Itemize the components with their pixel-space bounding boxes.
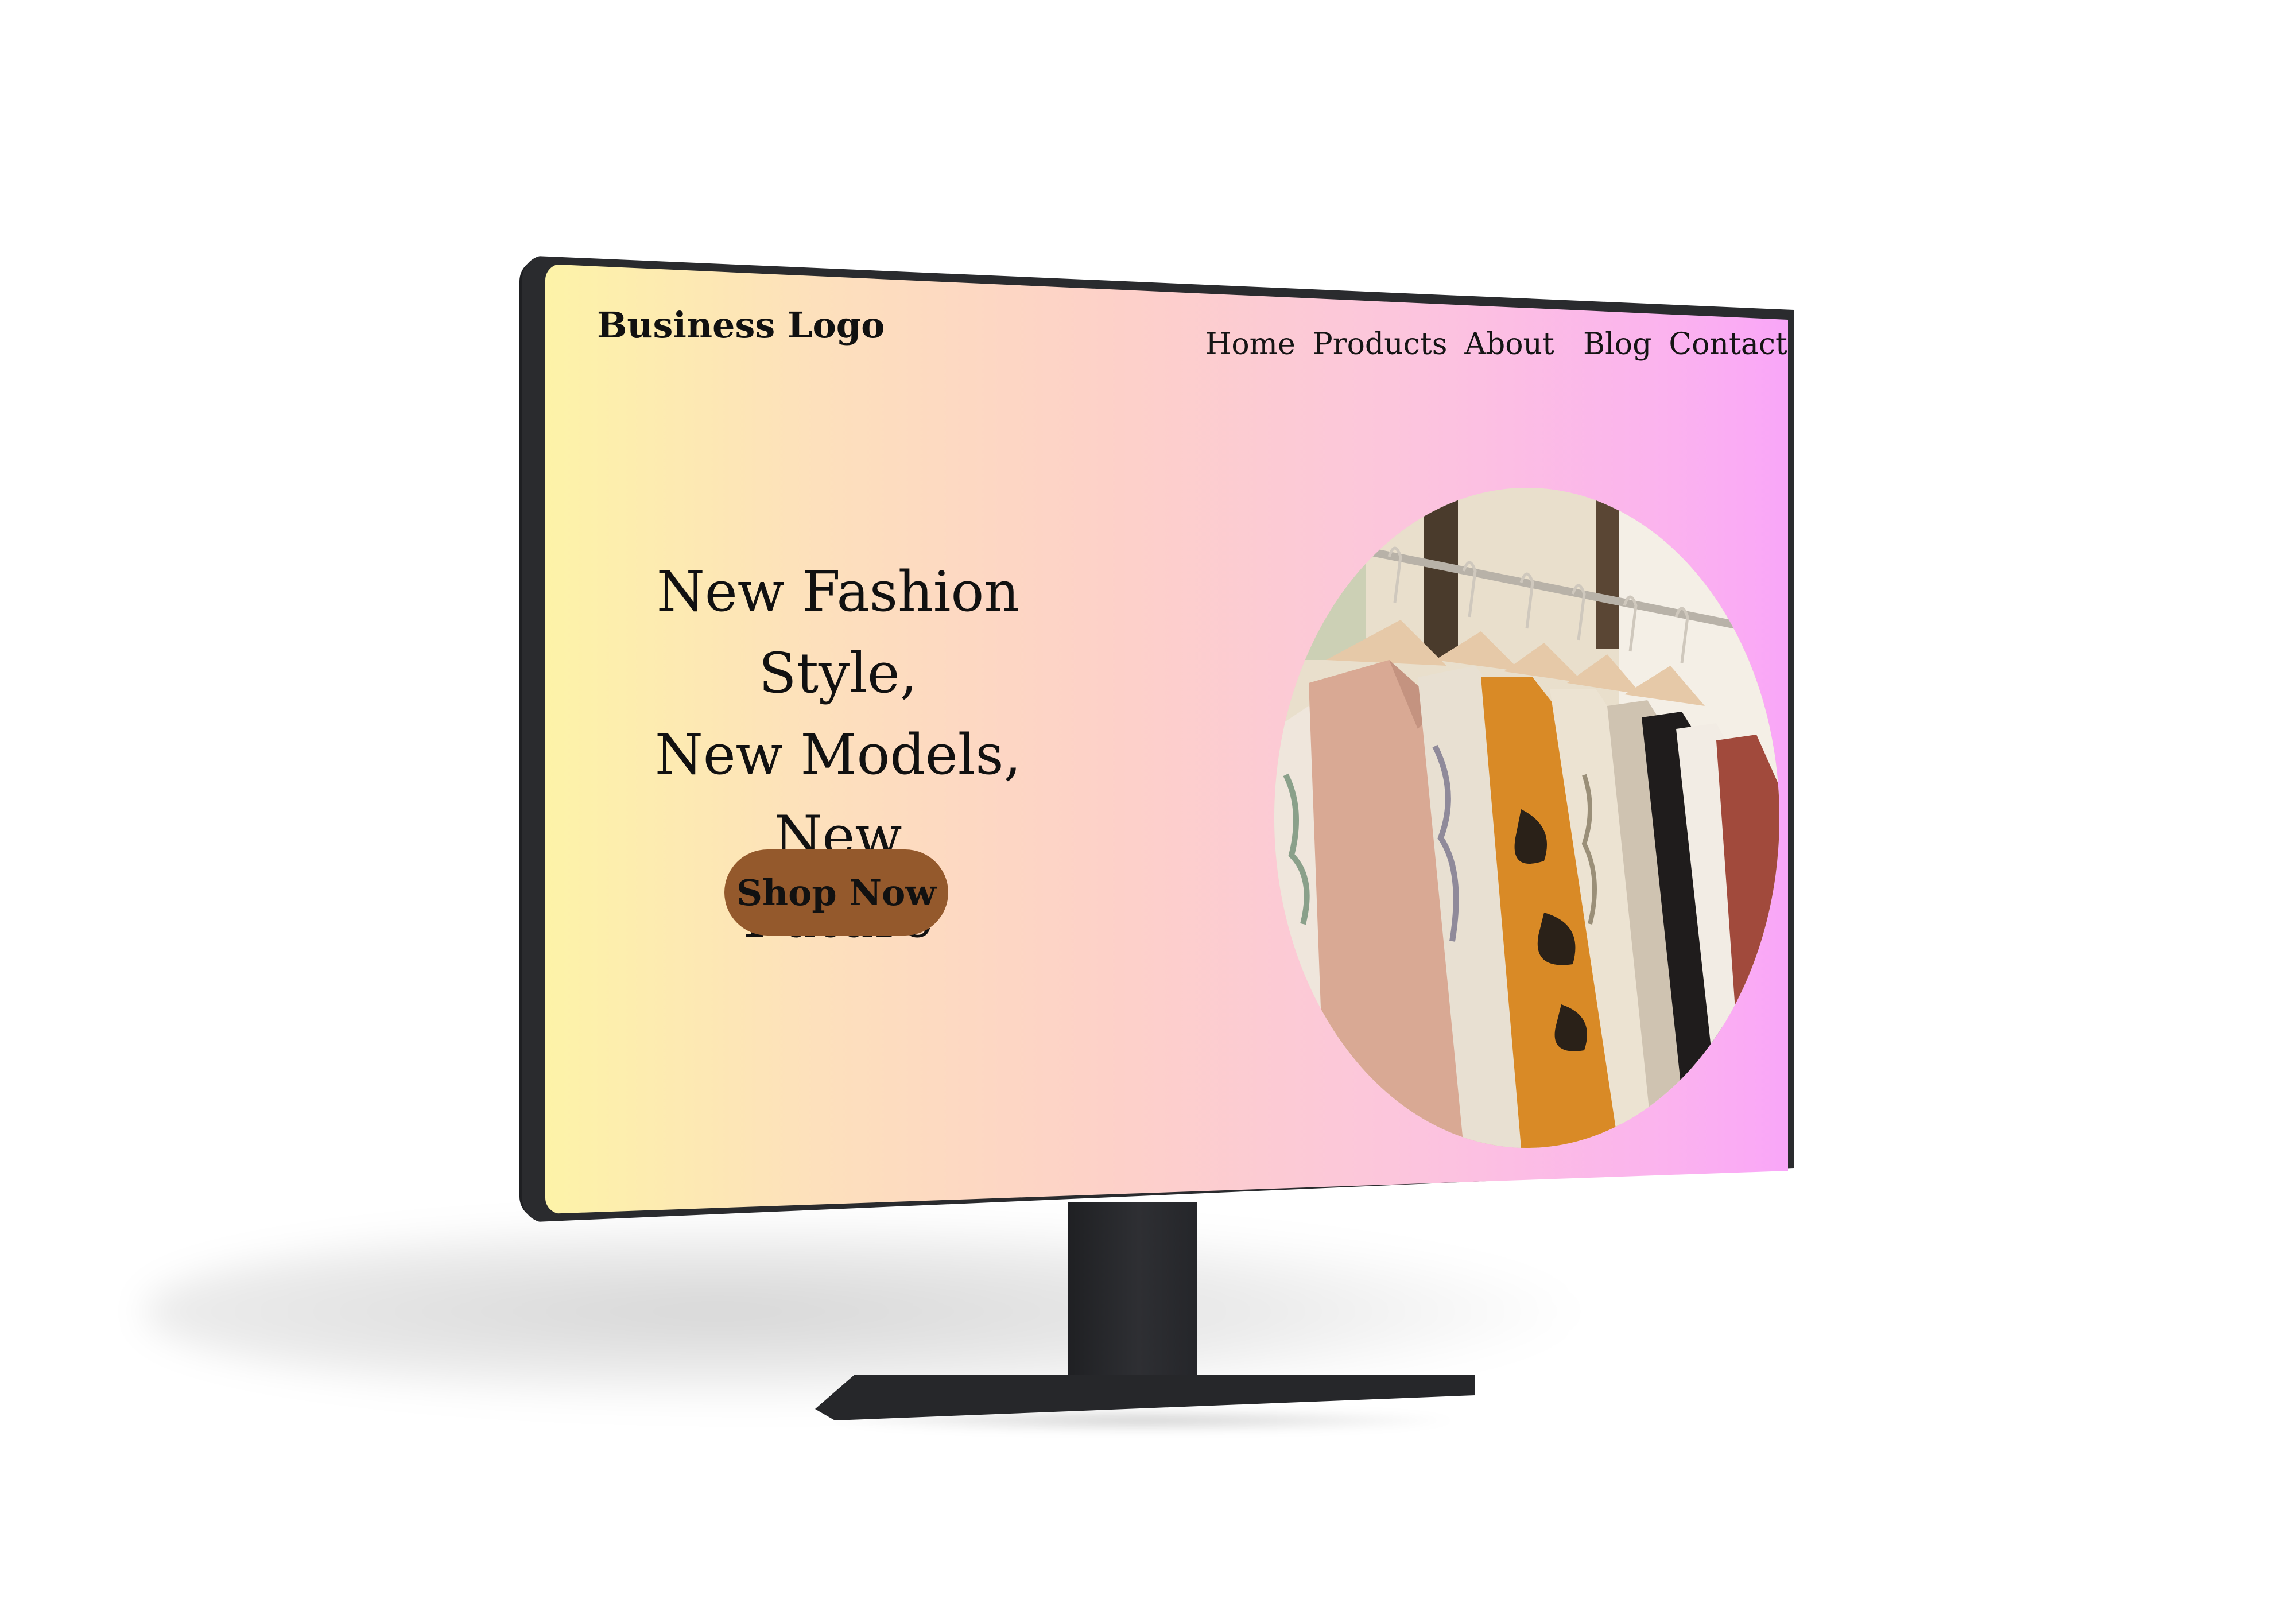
nav-contact-link[interactable]: Contact <box>1669 327 1787 362</box>
main-nav: Home Products About Blog Contact <box>1205 327 1787 362</box>
clothing-rack-illustration <box>1274 488 1779 1148</box>
monitor-stand-neck <box>1068 1202 1197 1392</box>
nav-products-link[interactable]: Products <box>1313 327 1448 362</box>
nav-home-link[interactable]: Home <box>1205 327 1296 362</box>
clothing-rack-photo <box>1274 488 1779 1148</box>
hero-headline-line-1: New Fashion Style, <box>656 560 1020 705</box>
nav-about-link[interactable]: About <box>1464 327 1554 362</box>
business-logo[interactable]: Business Logo <box>597 304 885 346</box>
mockup-scene: Business Logo Home Products About Blog C… <box>0 0 2296 1607</box>
website-screen: Business Logo Home Products About Blog C… <box>545 264 1788 1214</box>
nav-blog-link[interactable]: Blog <box>1583 327 1651 362</box>
shop-now-button[interactable]: Shop Now <box>724 849 948 936</box>
